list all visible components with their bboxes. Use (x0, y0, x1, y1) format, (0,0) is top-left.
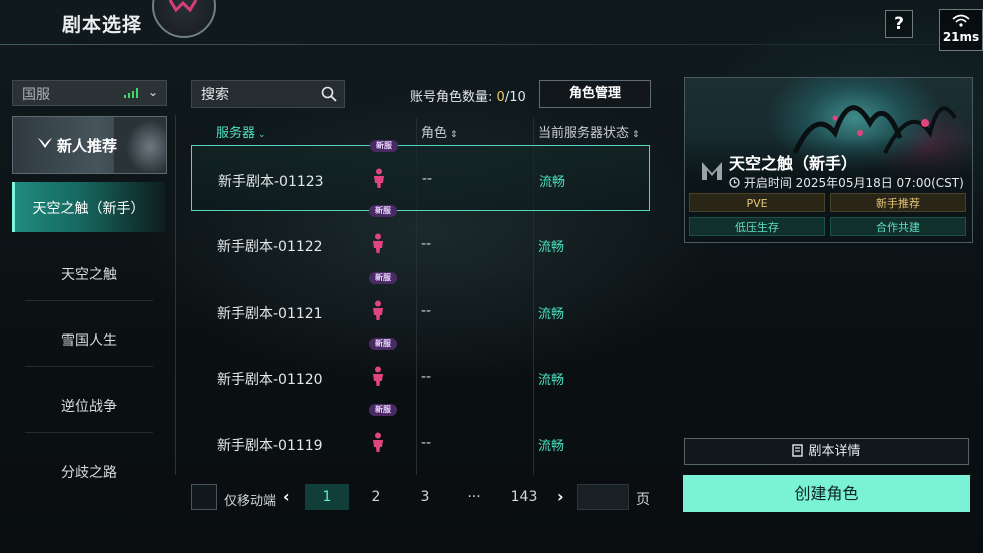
page-button-2[interactable]: 2 (354, 484, 398, 510)
column-header-server[interactable]: 服务器 ⌄ (216, 122, 266, 141)
person-icon (373, 432, 383, 452)
scenario-detail-button[interactable]: 剧本详情 (684, 438, 969, 465)
latency-value: 21ms (942, 30, 980, 44)
sort-icon: ⇕ (632, 130, 640, 140)
table-row[interactable]: 新服 新手剧本-01120 -- 流畅 (191, 338, 650, 410)
person-icon (373, 300, 383, 320)
page-jump-input[interactable] (577, 484, 629, 510)
sidebar-item-label: 雪国人生 (61, 333, 117, 349)
column-header-status-label: 当前服务器状态 (538, 126, 630, 141)
column-header-role-label: 角色 (421, 126, 448, 141)
scenario-detail-card: 天空之触（新手） 开启时间 2025年05月18日 07:00(CST) PVE… (684, 77, 973, 243)
new-server-badge: 新服 (369, 272, 397, 284)
header-divider (0, 44, 983, 45)
scenario-logo-icon (702, 162, 722, 180)
sidebar-item-label: 逆位战争 (61, 399, 117, 415)
table-row[interactable]: 新服 新手剧本-01122 -- 流畅 (191, 205, 650, 277)
account-role-count-label: 账号角色数量: (410, 90, 493, 105)
page-button-1[interactable]: 1 (305, 484, 349, 510)
mobile-only-checkbox[interactable] (191, 484, 217, 510)
server-name: 新手剧本-01123 (218, 174, 324, 190)
column-header-server-label: 服务器 (216, 126, 256, 141)
sidebar-divider (175, 115, 176, 475)
person-icon (373, 233, 383, 253)
sort-icon: ⇕ (450, 130, 458, 140)
mobile-only-label: 仅移动端 (224, 494, 277, 509)
server-name: 新手剧本-01119 (217, 438, 323, 454)
new-server-badge: 新服 (369, 205, 397, 217)
tag-low-pressure: 低压生存 (689, 217, 825, 236)
create-character-button[interactable]: 创建角色 (683, 475, 970, 512)
person-icon (373, 366, 383, 386)
sidebar-item-divergent-path[interactable]: 分歧之路 (25, 440, 153, 498)
server-status: 流畅 (538, 373, 565, 388)
wifi-icon (952, 14, 970, 27)
page-button-3[interactable]: 3 (403, 484, 447, 510)
page-button-last[interactable]: 143 (502, 484, 546, 510)
server-name: 新手剧本-01120 (217, 372, 323, 388)
server-name: 新手剧本-01121 (217, 306, 323, 322)
server-status: 流畅 (538, 240, 565, 255)
network-status: 21ms (939, 9, 983, 51)
search-icon[interactable] (321, 86, 337, 102)
prev-page-icon[interactable]: ‹ (283, 487, 290, 506)
scenario-open-time: 开启时间 2025年05月18日 07:00(CST) (729, 174, 964, 191)
new-server-badge: 新服 (369, 338, 397, 350)
new-server-badge: 新服 (369, 404, 397, 416)
page-title: 剧本选择 (62, 14, 143, 36)
signal-icon (124, 88, 138, 98)
server-name: 新手剧本-01122 (217, 239, 323, 255)
new-server-badge: 新服 (370, 140, 398, 152)
sidebar-item-label: 分歧之路 (61, 465, 117, 481)
wings-icon (38, 138, 52, 148)
account-role-current: 0 (496, 90, 505, 105)
column-header-role[interactable]: 角色 ⇕ (421, 122, 458, 141)
document-icon (792, 444, 804, 457)
person-icon (374, 168, 384, 188)
sidebar-item-label: 新人推荐 (57, 137, 118, 155)
role-management-button[interactable]: 角色管理 (539, 80, 651, 108)
sidebar-item-skytouch-novice[interactable]: 天空之触（新手） (12, 182, 165, 232)
character-portrait (114, 117, 166, 173)
role-value: -- (421, 303, 432, 319)
column-header-status[interactable]: 当前服务器状态 ⇕ (538, 122, 640, 141)
server-status: 流畅 (539, 175, 566, 190)
chevron-down-icon: ⌄ (148, 85, 159, 99)
table-row[interactable]: 新服 新手剧本-01121 -- 流畅 (191, 272, 650, 344)
server-region-select[interactable]: 国服 ⌄ (12, 80, 167, 106)
tag-cooperative: 合作共建 (830, 217, 966, 236)
scenario-title: 天空之触（新手） (729, 154, 858, 173)
role-value: -- (421, 435, 432, 451)
scenario-detail-label: 剧本详情 (808, 444, 861, 459)
table-row[interactable]: 新服 新手剧本-01119 -- 流畅 (191, 404, 650, 476)
role-value: -- (422, 171, 433, 187)
sidebar-item-featured[interactable]: 新人推荐 (12, 116, 167, 174)
role-value: -- (421, 369, 432, 385)
page-unit-label: 页 (636, 492, 650, 508)
search-input[interactable] (192, 81, 323, 109)
tag-novice-recommend: 新手推荐 (830, 193, 966, 212)
sidebar-item-reverse-war[interactable]: 逆位战争 (25, 374, 153, 433)
help-button[interactable]: ? (885, 10, 913, 38)
sidebar-item-skytouch[interactable]: 天空之触 (25, 242, 153, 301)
page-ellipsis: ··· (467, 489, 481, 505)
role-value: -- (421, 236, 432, 252)
server-status: 流畅 (538, 439, 565, 454)
tag-pve: PVE (689, 193, 825, 212)
sidebar-item-label: 天空之触（新手） (32, 201, 145, 217)
table-row[interactable]: 新服 新手剧本-01123 -- 流畅 (191, 140, 650, 211)
sidebar-item-label: 天空之触 (61, 267, 117, 283)
sidebar-item-snow-country[interactable]: 雪国人生 (25, 308, 153, 367)
clock-icon (729, 177, 740, 188)
account-role-count: 账号角色数量: 0/10 (410, 86, 526, 105)
scenario-open-time-text: 开启时间 2025年05月18日 07:00(CST) (743, 176, 964, 190)
next-page-icon[interactable]: › (557, 487, 564, 506)
server-region-label: 国服 (22, 87, 50, 103)
account-role-max: /10 (504, 90, 526, 105)
sort-down-icon: ⌄ (258, 130, 266, 140)
server-status: 流畅 (538, 307, 565, 322)
search-box (191, 80, 345, 109)
